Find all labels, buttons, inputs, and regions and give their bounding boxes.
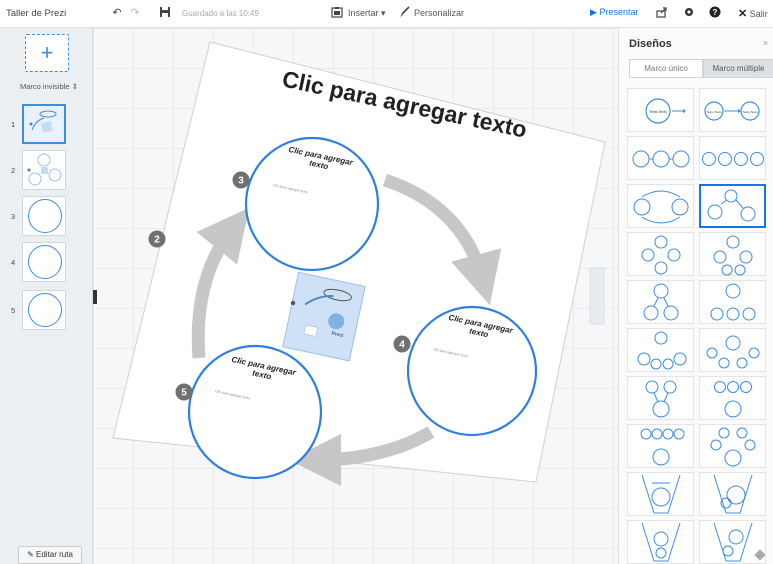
layout-tile[interactable] <box>627 520 694 564</box>
layout-tile[interactable] <box>699 232 766 276</box>
main-frame[interactable] <box>112 41 606 483</box>
thumbnail-number: 5 <box>11 306 16 315</box>
chevron-down-icon: ▾ <box>381 8 386 18</box>
exit-button[interactable]: ✕ Salir <box>738 7 768 20</box>
present-button[interactable]: ▶ Presentar <box>590 7 638 18</box>
designs-panel: Diseños × Marco único Marco múltiple Tex… <box>618 28 773 564</box>
help-icon[interactable]: ? <box>708 6 722 20</box>
circle-frame <box>28 199 62 233</box>
chevron-updown-icon: ⇕ <box>71 82 78 91</box>
tab-multiple-frame[interactable]: Marco múltiple <box>703 59 773 78</box>
tile-text: Texto Texto <box>742 110 757 114</box>
play-icon: ▶ <box>590 7 597 17</box>
step-number-4: 4 <box>399 340 405 351</box>
close-icon[interactable]: × <box>763 38 768 48</box>
layout-tile[interactable] <box>699 136 766 180</box>
frames-sidebar: + Marco invisible ⇕ 1 2 3 4 5 ✎ Editar r… <box>0 28 93 564</box>
thumbnail-number: 1 <box>11 120 16 129</box>
thumbnail-2[interactable] <box>22 150 66 190</box>
frame-type-select[interactable]: Marco invisible ⇕ <box>20 82 78 91</box>
layout-tile[interactable]: Texto Texto <box>627 88 694 132</box>
thumbnail-number: 2 <box>11 166 16 175</box>
thumbnail-row[interactable]: 2 <box>0 150 93 192</box>
thumbnail-3[interactable] <box>22 196 66 236</box>
thumbnail-row[interactable]: 5 <box>0 290 93 332</box>
thumbnail-row[interactable]: 3 <box>0 196 93 238</box>
tile-text: Texto Texto <box>706 110 721 114</box>
tab-single-frame[interactable]: Marco único <box>629 59 703 78</box>
layout-tile[interactable] <box>699 376 766 420</box>
layout-tile[interactable] <box>627 280 694 324</box>
exit-label: Salir <box>749 9 768 19</box>
share-icon[interactable] <box>655 6 669 20</box>
canvas-scroll-handle[interactable] <box>589 267 605 325</box>
insert-label: Insertar <box>348 8 379 18</box>
layout-tile[interactable]: Texto Texto Texto Texto <box>699 88 766 132</box>
plus-icon: + <box>40 40 54 65</box>
brush-icon[interactable] <box>398 6 412 20</box>
undo-icon[interactable]: ↶ <box>110 6 124 20</box>
designs-title: Diseños <box>629 38 672 50</box>
thumbnail-4[interactable] <box>22 242 66 282</box>
thumbnail-row[interactable]: 1 <box>0 104 93 146</box>
layout-tile[interactable] <box>627 232 694 276</box>
svg-text:?: ? <box>713 8 718 17</box>
layout-tile[interactable] <box>699 424 766 468</box>
step-number-5: 5 <box>181 388 187 399</box>
add-frame-button[interactable]: + <box>25 34 69 72</box>
save-icon[interactable] <box>158 6 172 20</box>
thumbnail-number: 4 <box>11 258 16 267</box>
top-toolbar: Taller de Prezi ↶ ↷ Guardado a las 10:49… <box>0 0 773 28</box>
insert-icon[interactable] <box>330 6 344 20</box>
tile-text: Texto Texto <box>649 110 667 114</box>
customize-button[interactable]: Personalizar <box>414 8 464 18</box>
layout-tile[interactable] <box>699 280 766 324</box>
step-number-3: 3 <box>238 176 244 187</box>
prezi-title[interactable]: Taller de Prezi <box>6 8 66 19</box>
edit-path-button[interactable]: ✎ Editar ruta <box>18 546 82 564</box>
prezi-canvas[interactable]: Clic para agregar texto 3 Clic para agre… <box>93 28 618 564</box>
canvas-drawing: Clic para agregar texto 3 Clic para agre… <box>112 41 606 486</box>
present-label: Presentar <box>599 7 639 17</box>
circle-frame <box>28 293 62 327</box>
layout-tile-selected[interactable] <box>699 184 766 228</box>
layout-tile[interactable] <box>627 376 694 420</box>
thumbnail-5[interactable] <box>22 290 66 330</box>
layout-tile[interactable] <box>699 520 766 564</box>
edit-path-label: Editar ruta <box>36 550 73 559</box>
thumbnail-1[interactable] <box>22 104 66 144</box>
layout-tile[interactable] <box>627 136 694 180</box>
step-number-2: 2 <box>154 235 160 246</box>
saved-status: Guardado a las 10:49 <box>182 9 259 18</box>
layout-tile[interactable] <box>627 424 694 468</box>
redo-icon[interactable]: ↷ <box>128 6 142 20</box>
layout-tile[interactable] <box>627 328 694 372</box>
layout-tile[interactable] <box>627 472 694 516</box>
close-icon: ✕ <box>738 8 748 20</box>
layout-tile[interactable] <box>699 328 766 372</box>
layout-tile[interactable] <box>699 472 766 516</box>
frame-type-label: Marco invisible <box>20 82 70 91</box>
center-image-handle[interactable] <box>290 300 296 306</box>
gear-icon[interactable] <box>682 6 696 20</box>
pencil-icon: ✎ <box>27 550 34 559</box>
thumbnail-number: 3 <box>11 212 16 221</box>
layout-tile[interactable] <box>627 184 694 228</box>
insert-menu[interactable]: Insertar ▾ <box>348 8 386 19</box>
circle-frame <box>28 245 62 279</box>
thumbnail-row[interactable]: 4 <box>0 242 93 284</box>
